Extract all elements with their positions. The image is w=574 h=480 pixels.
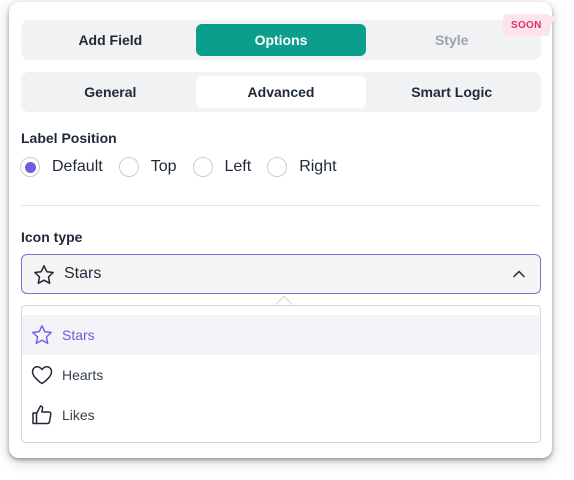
radio-left[interactable]: Left <box>192 157 252 177</box>
dropdown-option-hearts[interactable]: Hearts <box>22 355 540 395</box>
heart-icon <box>30 363 54 387</box>
dropdown-option-label: Likes <box>62 407 95 423</box>
tab-add-field[interactable]: Add Field <box>25 24 196 56</box>
radio-right-control[interactable] <box>267 157 288 177</box>
dropdown-option-label: Hearts <box>62 367 104 383</box>
star-icon <box>30 323 54 347</box>
field-options-panel: Add Field Options Style SOON General Adv… <box>9 2 557 458</box>
soon-badge: SOON <box>503 14 550 36</box>
dropdown-option-likes[interactable]: Likes <box>22 395 540 435</box>
label-position-heading: Label Position <box>21 130 117 146</box>
icon-type-select[interactable]: Stars <box>21 254 541 294</box>
section-divider <box>21 205 541 206</box>
radio-default-control[interactable] <box>20 157 40 177</box>
radio-top-control[interactable] <box>118 157 139 177</box>
chevron-up-icon <box>512 267 526 286</box>
thumbs-up-icon <box>30 403 54 427</box>
dropdown-option-label: Stars <box>62 327 95 343</box>
tab-general[interactable]: General <box>25 76 196 108</box>
radio-top[interactable]: Top <box>118 157 177 177</box>
radio-default[interactable]: Default <box>20 157 103 177</box>
radio-top-label: Top <box>150 158 177 175</box>
label-position-radio-group: Default Top Left Right <box>20 157 353 177</box>
icon-type-dropdown: Stars Hearts Likes <box>21 305 541 443</box>
star-icon <box>32 262 56 286</box>
tab-smart-logic[interactable]: Smart Logic <box>366 76 537 108</box>
icon-type-heading: Icon type <box>21 229 83 245</box>
radio-selected-dot <box>24 161 36 173</box>
top-tab-bar: Add Field Options Style <box>21 20 541 60</box>
radio-default-label: Default <box>52 158 103 175</box>
dropdown-option-stars[interactable]: Stars <box>22 315 540 355</box>
sub-tab-bar: General Advanced Smart Logic <box>21 72 541 112</box>
radio-right-label: Right <box>299 158 337 175</box>
tab-advanced[interactable]: Advanced <box>195 76 367 108</box>
radio-left-control[interactable] <box>192 157 213 177</box>
icon-type-selected-value: Stars <box>64 265 102 282</box>
radio-right[interactable]: Right <box>267 157 337 177</box>
tab-options[interactable]: Options <box>195 24 367 56</box>
radio-left-label: Left <box>224 158 252 175</box>
